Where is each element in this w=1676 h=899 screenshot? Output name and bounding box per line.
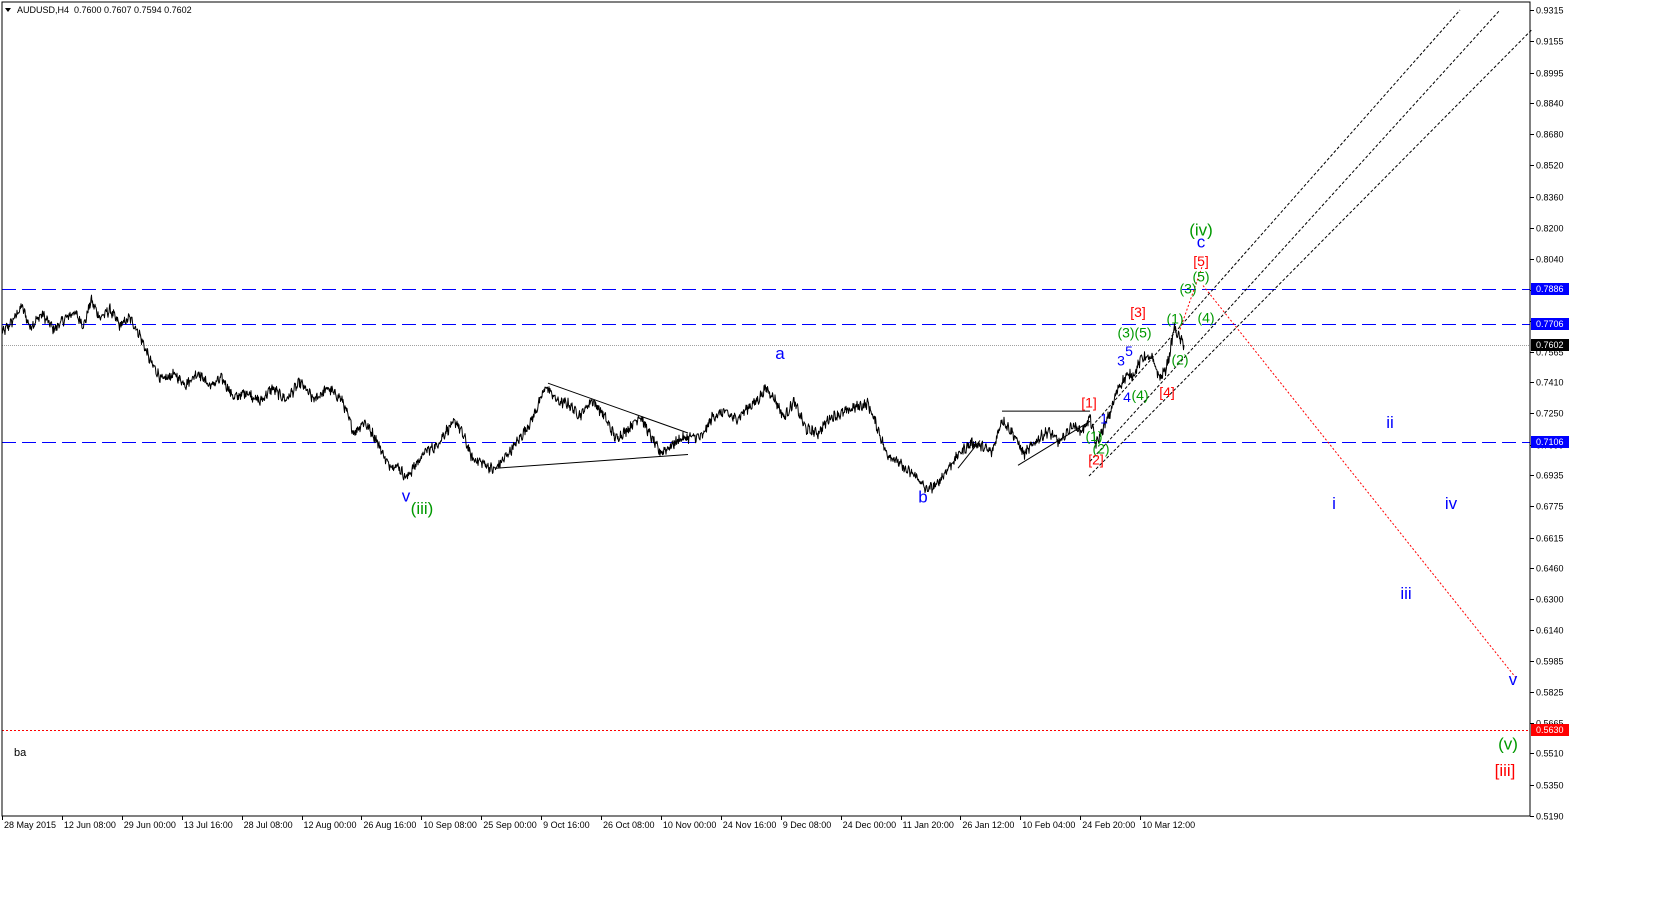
y-tick-label-19: 0.6300 (1536, 595, 1564, 605)
x-tick-label-7: 10 Sep 08:00 (423, 820, 477, 830)
y-tick-label-20: 0.6140 (1536, 626, 1564, 636)
x-tick-label-4: 28 Jul 08:00 (244, 820, 293, 830)
chart-header: AUDUSD,H4 0.7600 0.7607 0.7594 0.7602 (5, 5, 192, 15)
y-tick-label-26: 0.5190 (1536, 812, 1564, 822)
wave-label-23: v (402, 486, 411, 505)
wave-label-17: 1 (1100, 410, 1108, 426)
level-tag-label-1: 0.7706 (1536, 319, 1564, 329)
level-tag-label-0: 0.7886 (1536, 284, 1564, 294)
wave-label-24: (iii) (411, 499, 434, 518)
x-tick-label-9: 9 Oct 16:00 (543, 820, 590, 830)
wave-label-21: a (775, 344, 785, 363)
y-tick-label-5: 0.8520 (1536, 161, 1564, 171)
x-tick-label-16: 26 Jan 12:00 (962, 820, 1014, 830)
wave-label-9: (4) (1197, 310, 1214, 326)
wave-label-11: 3 (1117, 353, 1125, 369)
y-tick-label-13: 0.7250 (1536, 409, 1564, 419)
wave-label-28: iii (1400, 584, 1411, 603)
x-tick-label-19: 10 Mar 12:00 (1142, 820, 1195, 830)
price-chart[interactable]: (iv)c[5](5)(3)[3](3) (5)(1) (4)53 (2)(4)4 [4… (0, 0, 1676, 894)
x-tick-label-15: 11 Jan 20:00 (903, 820, 954, 830)
x-tick-label-3: 13 Jul 16:00 (184, 820, 233, 830)
wave-label-5: [3] (1130, 304, 1146, 320)
wave-label-25: ii (1386, 413, 1394, 432)
x-tick-label-11: 10 Nov 00:00 (663, 820, 717, 830)
y-tick-label-24: 0.5510 (1536, 749, 1564, 759)
x-tick-label-10: 26 Oct 08:00 (603, 820, 655, 830)
x-tick-label-14: 24 Dec 00:00 (843, 820, 897, 830)
x-tick-label-8: 25 Sep 00:00 (483, 820, 537, 830)
wave-label-2: [5] (1193, 253, 1209, 269)
chart-window[interactable]: (iv) c [5] (5) (3) [3] (3) (5) (1) (4) 5 3 (2) (4) 4 [4… (0, 0, 1676, 894)
y-tick-label-6: 0.8360 (1536, 193, 1564, 203)
x-tick-label-1: 12 Jun 08:00 (64, 820, 116, 830)
x-tick-label-12: 24 Nov 16:00 (723, 820, 777, 830)
wave-label-8: (1) (1166, 311, 1183, 327)
y-tick-label-17: 0.6615 (1536, 534, 1564, 544)
x-tick-label-5: 12 Aug 00:00 (304, 820, 357, 830)
wave-label-1: c (1197, 232, 1206, 251)
wave-label-15: [4] (1159, 384, 1175, 400)
wave-label-4: (3) (1179, 280, 1196, 296)
x-tick-label-18: 24 Feb 20:00 (1082, 820, 1135, 830)
wave-label-29: v (1509, 670, 1518, 689)
y-tick-label-7: 0.8200 (1536, 224, 1564, 234)
current-price-label: 0.7602 (1536, 340, 1564, 350)
y-tick-label-21: 0.5985 (1536, 657, 1564, 667)
y-tick-label-12: 0.7410 (1536, 378, 1564, 388)
wave-label-26: i (1332, 494, 1336, 513)
x-tick-label-0: 28 May 2015 (4, 820, 56, 830)
y-tick-label-8: 0.8040 (1536, 255, 1564, 265)
y-tick-label-2: 0.8995 (1536, 69, 1564, 79)
wave-label-14: 4 (1123, 389, 1131, 405)
wave-label-20: [2] (1088, 451, 1104, 467)
y-tick-label-1: 0.9155 (1536, 37, 1564, 47)
watermark-text: ba (14, 747, 27, 759)
wave-label-22: b (918, 487, 927, 506)
x-tick-label-13: 9 Dec 08:00 (783, 820, 832, 830)
x-tick-label-17: 10 Feb 04:00 (1022, 820, 1075, 830)
level-tag-label-3: 0.5630 (1536, 725, 1564, 735)
y-tick-label-22: 0.5825 (1536, 688, 1564, 698)
wave-label-16: [1] (1081, 395, 1097, 411)
symbol-label: AUDUSD,H4 (17, 5, 69, 15)
y-tick-label-3: 0.8840 (1536, 99, 1564, 109)
y-tick-label-25: 0.5350 (1536, 781, 1564, 791)
level-tag-label-2: 0.7106 (1536, 437, 1564, 447)
wave-label-13: (4) (1131, 387, 1148, 403)
wave-label-12: (2) (1171, 352, 1188, 368)
y-tick-label-16: 0.6775 (1536, 502, 1564, 512)
x-tick-label-2: 29 Jun 00:00 (124, 820, 176, 830)
y-tick-label-0: 0.9315 (1536, 6, 1564, 16)
y-tick-label-4: 0.8680 (1536, 130, 1564, 140)
wave-label-31: [iii] (1495, 761, 1516, 780)
wave-label-30: (v) (1498, 735, 1518, 754)
wave-label-6: (3) (1117, 324, 1134, 340)
wave-label-7: (5) (1134, 324, 1151, 340)
ohlc-values: 0.7600 0.7607 0.7594 0.7602 (74, 5, 192, 15)
y-tick-label-15: 0.6935 (1536, 471, 1564, 481)
wave-label-27: iv (1445, 494, 1458, 513)
wave-label-10: 5 (1125, 343, 1133, 359)
x-tick-label-6: 26 Aug 16:00 (363, 820, 416, 830)
y-tick-label-18: 0.6460 (1536, 564, 1564, 574)
